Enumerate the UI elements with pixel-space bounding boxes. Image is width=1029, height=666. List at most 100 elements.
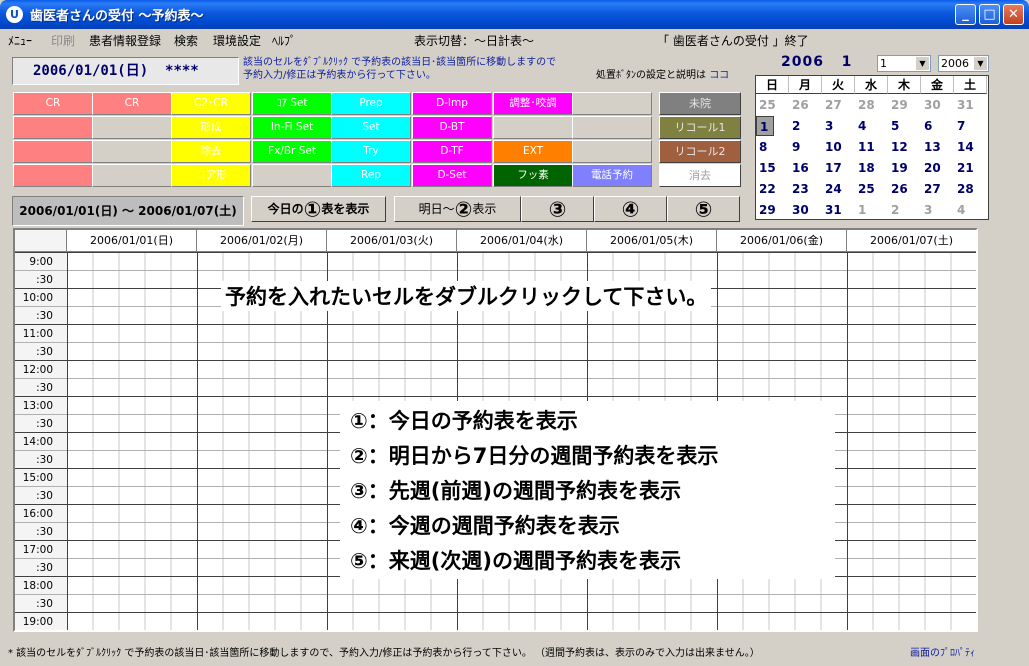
menu-settings[interactable]: 環境設定 xyxy=(213,32,261,49)
treatment-button[interactable]: フッ素 xyxy=(493,164,573,187)
treatment-button[interactable] xyxy=(92,164,172,187)
treatment-button[interactable]: Fx/Br Set xyxy=(252,140,332,163)
calendar-day[interactable]: 7 xyxy=(954,116,987,136)
treatment-button[interactable]: D-BT xyxy=(412,116,492,139)
treatment-button[interactable]: Set xyxy=(331,116,411,139)
treatment-button[interactable]: CR xyxy=(13,92,93,115)
treatment-button[interactable]: CR xyxy=(92,92,172,115)
status-button[interactable]: リコール2 xyxy=(659,140,741,163)
calendar-day[interactable]: 25 xyxy=(855,179,888,199)
calendar-day[interactable]: 31 xyxy=(822,200,855,220)
calendar-day[interactable]: 16 xyxy=(789,158,822,178)
treatment-button[interactable] xyxy=(572,140,652,163)
calendar-day[interactable]: 18 xyxy=(855,158,888,178)
calendar-day[interactable]: 5 xyxy=(888,116,921,136)
status-button[interactable]: リコール1 xyxy=(659,116,741,139)
calendar-day[interactable]: 28 xyxy=(954,179,987,199)
calendar-day[interactable]: 2 xyxy=(789,116,822,136)
next-week-button[interactable]: ⑤ xyxy=(667,196,740,222)
previous-week-button[interactable]: ③ xyxy=(521,196,594,222)
year-select[interactable]: 2006 ▼ xyxy=(938,55,989,72)
calendar-day[interactable]: 30 xyxy=(789,200,822,220)
calendar-day[interactable]: 3 xyxy=(822,116,855,136)
this-week-button[interactable]: ④ xyxy=(594,196,667,222)
maximize-button[interactable]: □ xyxy=(979,4,1000,25)
menu-print[interactable]: 印刷 xyxy=(51,32,75,49)
calendar-day[interactable]: 1 xyxy=(855,200,888,220)
treatment-button[interactable] xyxy=(13,164,93,187)
today-view-button[interactable]: 今日の①表を表示 xyxy=(251,196,386,222)
status-button[interactable]: 未院 xyxy=(659,92,741,115)
status-button[interactable]: 消去 xyxy=(659,164,741,187)
calendar-day[interactable]: 26 xyxy=(888,179,921,199)
menu-patient-register[interactable]: 患者情報登録 xyxy=(89,32,161,49)
calendar-day[interactable]: 1 xyxy=(756,116,774,136)
treatment-button[interactable] xyxy=(13,116,93,139)
time-slot-label: 15:00 xyxy=(15,469,67,486)
next-7-days-button[interactable]: 明日～②表示 xyxy=(394,196,521,222)
calendar-day[interactable]: 6 xyxy=(921,116,954,136)
calendar-day[interactable]: 15 xyxy=(756,158,789,178)
calendar-day[interactable]: 29 xyxy=(888,95,921,115)
treatment-button[interactable] xyxy=(252,164,332,187)
calendar-day[interactable]: 17 xyxy=(822,158,855,178)
treatment-button[interactable]: Prep xyxy=(331,92,411,115)
treatment-button[interactable] xyxy=(13,140,93,163)
treatment-button[interactable]: Try xyxy=(331,140,411,163)
calendar-day[interactable]: 19 xyxy=(888,158,921,178)
calendar-day[interactable]: 9 xyxy=(789,137,822,157)
menu-help[interactable]: ﾍﾙﾌﾟ xyxy=(272,32,296,49)
treatment-button[interactable] xyxy=(92,140,172,163)
calendar-day[interactable]: 21 xyxy=(954,158,987,178)
calendar-day[interactable]: 25 xyxy=(756,95,789,115)
treatment-button[interactable]: 電話予約 xyxy=(572,164,652,187)
calendar-day[interactable]: 22 xyxy=(756,179,789,199)
calendar-day[interactable]: 13 xyxy=(921,137,954,157)
calendar-day[interactable]: 26 xyxy=(789,95,822,115)
calendar-day[interactable]: 23 xyxy=(789,179,822,199)
calendar-day[interactable]: 14 xyxy=(954,137,987,157)
calendar-day[interactable]: 31 xyxy=(954,95,987,115)
menu-search[interactable]: 検索 xyxy=(174,32,198,49)
calendar-day[interactable]: 24 xyxy=(822,179,855,199)
treatment-button[interactable]: D-Imp xyxy=(412,92,492,115)
treatment-button[interactable] xyxy=(493,116,573,139)
proc-note-link[interactable]: ココ xyxy=(709,70,729,81)
treatment-button[interactable]: コア形 xyxy=(171,164,251,187)
treatment-button[interactable]: 形成 xyxy=(171,116,251,139)
treatment-button[interactable] xyxy=(572,116,652,139)
exit-menu[interactable]: 「 歯医者さんの受付 」終了 xyxy=(657,32,809,49)
calendar-day[interactable]: 12 xyxy=(888,137,921,157)
treatment-button[interactable]: D-TF xyxy=(412,140,492,163)
menu-main[interactable]: ﾒﾆｭｰ xyxy=(8,32,32,49)
calendar-day[interactable]: 29 xyxy=(756,200,789,220)
calendar-day[interactable]: 8 xyxy=(756,137,789,157)
treatment-button[interactable]: ｺｱ Set xyxy=(252,92,332,115)
calendar-day[interactable]: 4 xyxy=(954,200,987,220)
calendar-day[interactable]: 28 xyxy=(855,95,888,115)
calendar-day[interactable]: 20 xyxy=(921,158,954,178)
calendar-day[interactable]: 11 xyxy=(855,137,888,157)
calendar-day[interactable]: 3 xyxy=(921,200,954,220)
treatment-button[interactable] xyxy=(92,116,172,139)
calendar-day[interactable]: 4 xyxy=(855,116,888,136)
treatment-button[interactable]: EXT xyxy=(493,140,573,163)
close-button[interactable]: ✕ xyxy=(1003,4,1024,25)
title-bar[interactable]: U 歯医者さんの受付 ～予約表～ _ □ ✕ xyxy=(0,0,1029,29)
calendar-day[interactable]: 30 xyxy=(921,95,954,115)
treatment-button[interactable] xyxy=(572,92,652,115)
treatment-button[interactable]: 除去 xyxy=(171,140,251,163)
calendar-day[interactable]: 10 xyxy=(822,137,855,157)
time-slot-label: :30 xyxy=(15,343,67,360)
calendar-day[interactable]: 27 xyxy=(822,95,855,115)
calendar-day[interactable]: 2 xyxy=(888,200,921,220)
screen-properties-link[interactable]: 画面のﾌﾟﾛﾊﾟﾃｨ xyxy=(910,644,975,659)
treatment-button[interactable]: In-Fi Set xyxy=(252,116,332,139)
treatment-button[interactable]: 調整･咬調 xyxy=(493,92,573,115)
month-select[interactable]: 1 ▼ xyxy=(877,55,931,72)
treatment-button[interactable]: Rep xyxy=(331,164,411,187)
treatment-button[interactable]: D-Set xyxy=(412,164,492,187)
treatment-button[interactable]: C2･CR xyxy=(171,92,251,115)
minimize-button[interactable]: _ xyxy=(955,4,976,25)
calendar-day[interactable]: 27 xyxy=(921,179,954,199)
